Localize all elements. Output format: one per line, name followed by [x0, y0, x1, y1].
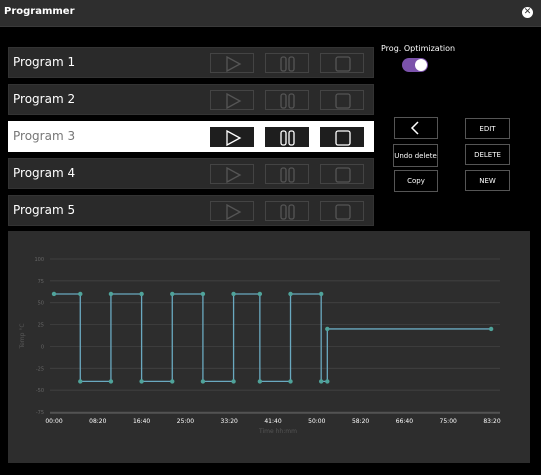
y-tick-label: 25 [38, 323, 44, 329]
x-tick-label: 83:20 [483, 418, 500, 425]
data-point [488, 326, 494, 332]
pause-button[interactable] [265, 53, 309, 73]
pause-icon [280, 93, 295, 109]
stop-icon [335, 130, 351, 146]
data-point [170, 291, 175, 297]
program-row[interactable]: Program 2 [8, 84, 374, 115]
program-label: Program 4 [13, 166, 76, 180]
data-point [325, 326, 330, 332]
stop-icon [335, 56, 351, 72]
stop-icon [335, 167, 351, 183]
close-icon[interactable]: ✕ [522, 7, 533, 18]
data-point [288, 291, 293, 297]
x-tick-label: 00:00 [45, 418, 62, 425]
play-button[interactable] [210, 53, 254, 73]
data-point [288, 379, 293, 384]
stop-button[interactable] [320, 164, 364, 184]
data-point [170, 379, 175, 384]
data-point [51, 291, 57, 297]
data-point [78, 291, 83, 297]
toggle-knob [415, 59, 427, 71]
program-label: Program 5 [13, 203, 76, 217]
data-point [139, 379, 144, 384]
pause-button[interactable] [265, 201, 309, 221]
y-tick-label: -75 [36, 410, 44, 416]
data-point [257, 291, 263, 297]
y-tick-label: -25 [36, 366, 44, 372]
data-point [318, 291, 324, 297]
chevron-left-icon [410, 121, 419, 135]
stop-icon [335, 204, 351, 220]
x-tick-label: 50:00 [308, 418, 325, 425]
play-icon [226, 92, 242, 110]
pause-button[interactable] [265, 164, 309, 184]
window-title: Programmer [4, 6, 75, 17]
copy-button[interactable]: Copy [394, 170, 438, 192]
program-row[interactable]: Program 5 [8, 195, 374, 226]
x-tick-label: 33:20 [221, 418, 238, 425]
y-tick-label: -50 [36, 388, 44, 394]
program-label: Program 2 [13, 92, 76, 106]
program-row[interactable]: Program 3 [8, 121, 374, 152]
new-button[interactable]: NEW [465, 170, 510, 191]
data-point [200, 291, 206, 297]
data-point [200, 379, 206, 384]
play-icon [226, 129, 242, 147]
pause-icon [280, 204, 295, 220]
y-tick-label: 0 [41, 344, 44, 350]
program-label: Program 3 [13, 129, 76, 143]
optimization-label: Prog. Optimization [381, 44, 456, 53]
play-button[interactable] [210, 90, 254, 110]
program-row[interactable]: Program 1 [8, 47, 374, 78]
x-tick-label: 66:40 [396, 418, 413, 425]
temperature-chart: 100 75 50 25 0 -25 -50 -75 00:00 08:20 16:40 25:00 3… [8, 231, 530, 463]
program-row[interactable]: Program 4 [8, 158, 374, 189]
stop-button[interactable] [320, 53, 364, 73]
y-tick-label: 75 [38, 279, 44, 285]
stop-button[interactable] [320, 201, 364, 221]
pause-button[interactable] [265, 90, 309, 110]
data-point [139, 291, 144, 297]
play-button[interactable] [210, 201, 254, 221]
x-tick-label: 75:00 [440, 418, 457, 425]
x-tick-label: 08:20 [89, 418, 106, 425]
data-point [108, 379, 114, 384]
stop-icon [335, 93, 351, 109]
play-button[interactable] [210, 127, 254, 147]
play-button[interactable] [210, 164, 254, 184]
x-tick-label: 16:40 [133, 418, 150, 425]
data-point [257, 379, 263, 384]
play-icon [226, 203, 242, 221]
delete-button[interactable]: DELETE [465, 144, 510, 165]
pause-icon [280, 56, 295, 72]
play-icon [226, 166, 242, 184]
program-label: Program 1 [13, 55, 76, 69]
x-tick-label: 25:00 [177, 418, 194, 425]
y-tick-label: 50 [38, 301, 44, 307]
edit-button[interactable]: EDIT [465, 118, 510, 139]
chart-svg: 100 75 50 25 0 -25 -50 -7500:00 08:20 16:40 25:00 3… [19, 257, 501, 435]
x-axis-title: Time hh:mm [258, 428, 297, 435]
pause-button[interactable] [265, 127, 309, 147]
data-point [108, 291, 114, 297]
pause-icon [280, 130, 295, 146]
play-icon [226, 55, 242, 73]
title-bar: Programmer ✕ [0, 0, 541, 27]
data-point [231, 379, 236, 384]
data-point [325, 379, 330, 384]
data-point [231, 291, 236, 297]
stop-button[interactable] [320, 127, 364, 147]
pause-icon [280, 167, 295, 183]
x-tick-label: 58:20 [352, 418, 369, 425]
stop-button[interactable] [320, 90, 364, 110]
undo-delete-button[interactable]: Undo delete [393, 144, 438, 167]
x-tick-label: 41:40 [264, 418, 281, 425]
back-button[interactable] [394, 117, 438, 139]
data-point [78, 379, 83, 384]
y-tick-label: 100 [34, 257, 44, 263]
optimization-toggle[interactable] [402, 58, 428, 72]
y-axis-title: Temp °C [19, 323, 26, 349]
data-point [318, 379, 324, 384]
